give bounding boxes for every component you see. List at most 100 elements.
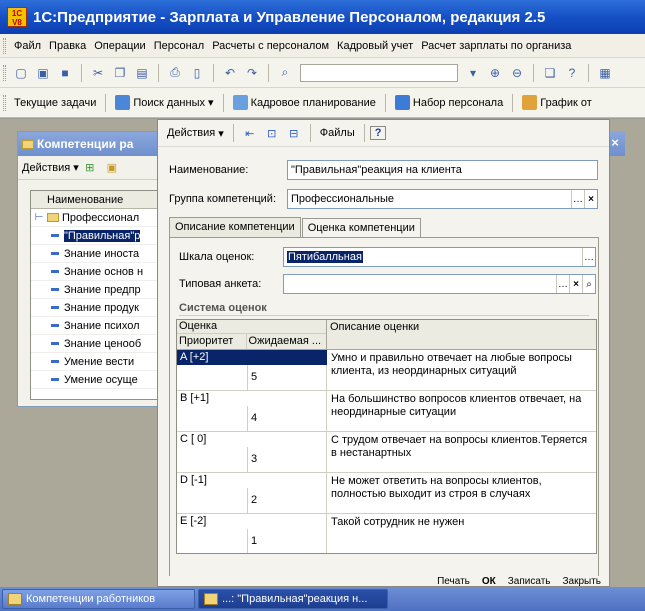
tab-description[interactable]: Описание компетенции <box>169 217 301 237</box>
menu-hr-records[interactable]: Кадровый учет <box>333 40 417 52</box>
open-icon[interactable]: ⌕ <box>582 275 595 293</box>
preview-icon[interactable]: ▯ <box>189 65 205 81</box>
list-item[interactable]: Знание основ н <box>31 263 167 281</box>
dropdown-icon[interactable]: ▾ <box>465 65 481 81</box>
help-icon[interactable]: ? <box>564 65 580 81</box>
redo-icon[interactable]: ↷ <box>244 65 260 81</box>
menubar-grip[interactable] <box>3 37 6 54</box>
menu-personnel[interactable]: Персонал <box>150 40 209 52</box>
open-folder-icon[interactable]: ▣ <box>35 65 51 81</box>
expand-icon[interactable]: ⊢ <box>31 212 47 223</box>
calculator-icon[interactable]: ▦ <box>597 65 613 81</box>
table-row[interactable]: A [+2] 5 Умно и правильно отвечает на люб… <box>177 350 596 391</box>
column-header-expected[interactable]: Ожидаемая ... <box>247 334 326 349</box>
competencies-list-window: Компетенции ра Действия ▾ ⊞ ▣ Наименован… <box>17 131 168 407</box>
find-icon[interactable]: ⌕ <box>277 65 293 81</box>
select-icon[interactable]: … <box>571 190 584 208</box>
undo-icon[interactable]: ↶ <box>222 65 238 81</box>
description-cell: Умно и правильно отвечает на любые вопро… <box>331 352 572 377</box>
name-input[interactable]: "Правильная"реакция на клиента <box>287 160 598 180</box>
data-search-button[interactable]: Поиск данных ▾ <box>111 95 217 110</box>
tab-evaluation[interactable]: Оценка компетенции <box>301 218 421 238</box>
menu-operations[interactable]: Операции <box>90 40 149 52</box>
print-icon[interactable]: ⎙ <box>167 65 183 81</box>
competencies-window-title[interactable]: Компетенции ра <box>18 132 166 156</box>
list-item[interactable]: Знание иноста <box>31 245 167 263</box>
paste-icon[interactable]: ▤ <box>134 65 150 81</box>
add-icon[interactable]: ⊞ <box>83 161 97 175</box>
list-item[interactable]: ⊢ Профессионал <box>31 209 167 227</box>
menu-file[interactable]: Файл <box>10 40 45 52</box>
taskbar-competencies[interactable]: Компетенции работников <box>2 589 195 609</box>
column-header-priority[interactable]: Приоритет <box>177 334 247 349</box>
list-item[interactable]: Знание предпр <box>31 281 167 299</box>
item-icon <box>51 306 59 309</box>
select-icon[interactable]: … <box>582 248 595 266</box>
survey-input[interactable]: … × ⌕ <box>283 274 596 294</box>
close-button[interactable]: Закрыть <box>562 576 601 586</box>
toolbar-grip[interactable] <box>3 64 6 81</box>
toolbar-separator <box>232 124 234 142</box>
find-prev-icon[interactable]: ⊖ <box>509 65 525 81</box>
clear-icon[interactable]: × <box>584 190 597 208</box>
schedule-label: График от <box>540 96 592 109</box>
actions-menu-button[interactable]: Действия ▾ <box>22 161 79 174</box>
evaluation-system-title: Система оценок <box>179 302 589 316</box>
current-tasks-button[interactable]: Текущие задачи <box>10 97 100 109</box>
list-item[interactable]: Знание психол <box>31 317 167 335</box>
structure-icon[interactable]: ⊟ <box>287 126 301 140</box>
new-document-icon[interactable]: ▢ <box>13 65 29 81</box>
hr-planning-button[interactable]: Кадровое планирование <box>229 95 380 110</box>
scale-input[interactable]: Пятибалльная … <box>283 247 596 267</box>
copy-icon[interactable]: ❐ <box>112 65 128 81</box>
item-icon <box>51 342 59 345</box>
clear-icon[interactable]: × <box>569 275 582 293</box>
grade-cell: A [+2] <box>177 350 327 365</box>
toolbar-separator <box>384 93 386 112</box>
item-icon <box>51 270 59 273</box>
toolbar-grip[interactable] <box>3 94 6 111</box>
windows-icon[interactable]: ❏ <box>542 65 558 81</box>
competency-dialog: Действия ▾ ⇤ ⊡ ⊟ Файлы ? Наименование: "… <box>157 119 610 587</box>
taskbar-competency-dialog[interactable]: ...: "Правильная"реакция н... <box>198 589 388 609</box>
list-item[interactable]: "Правильная"р <box>31 227 167 245</box>
description-cell: С трудом отвечает на вопросы клиентов.Те… <box>331 434 588 459</box>
app-title-bar: 1С V8 1С:Предприятие - Зарплата и Управле… <box>0 0 645 34</box>
list-item[interactable]: Знание ценооб <box>31 335 167 353</box>
search-input[interactable] <box>300 63 458 82</box>
menu-edit[interactable]: Правка <box>45 40 90 52</box>
table-row[interactable]: D [-1] 2 Не может ответить на вопросы кли… <box>177 473 596 514</box>
select-icon[interactable]: … <box>556 275 569 293</box>
table-row[interactable]: C [ 0] 3 С трудом отвечает на вопросы кли… <box>177 432 596 473</box>
go-to-icon[interactable]: ⇤ <box>243 126 257 140</box>
ok-button[interactable]: ОК <box>482 576 496 586</box>
recruitment-button[interactable]: Набор персонала <box>391 95 507 110</box>
survey-label: Типовая анкета: <box>179 278 262 290</box>
list-item[interactable]: Знание продук <box>31 299 167 317</box>
column-header-grade[interactable]: Оценка <box>177 320 326 334</box>
save-icon[interactable]: ■ <box>57 65 73 81</box>
dialog-actions-button[interactable]: Действия ▾ <box>163 125 228 142</box>
table-row[interactable]: E [-2] 1 Такой сотрудник не нужен <box>177 514 596 553</box>
folder-icon <box>47 213 59 222</box>
grade-cell: D [-1] <box>180 474 207 486</box>
menu-settlements[interactable]: Расчеты с персоналом <box>208 40 333 52</box>
cut-icon[interactable]: ✂ <box>90 65 106 81</box>
find-next-icon[interactable]: ⊕ <box>487 65 503 81</box>
column-header-name[interactable]: Наименование <box>47 194 123 206</box>
schedule-button[interactable]: График от <box>518 95 596 110</box>
help-button[interactable]: ? <box>369 126 387 140</box>
dt-kt-icon[interactable]: ⊡ <box>265 126 279 140</box>
files-button[interactable]: Файлы <box>316 125 359 141</box>
table-row[interactable]: B [+1] 4 На большинство вопросов клиентов… <box>177 391 596 432</box>
print-button[interactable]: Печать <box>437 576 470 586</box>
list-item[interactable]: Умение вести <box>31 353 167 371</box>
add-group-icon[interactable]: ▣ <box>105 161 119 175</box>
save-button[interactable]: Записать <box>508 576 551 586</box>
scale-value: Пятибалльная <box>287 251 363 263</box>
list-item[interactable]: Умение осуще <box>31 371 167 389</box>
group-input[interactable]: Профессиональные … × <box>287 189 598 209</box>
menu-payroll[interactable]: Расчет зарплаты по организа <box>417 40 575 52</box>
column-header-description[interactable]: Описание оценки <box>327 320 419 349</box>
competencies-window-title-text: Компетенции ра <box>37 137 134 151</box>
